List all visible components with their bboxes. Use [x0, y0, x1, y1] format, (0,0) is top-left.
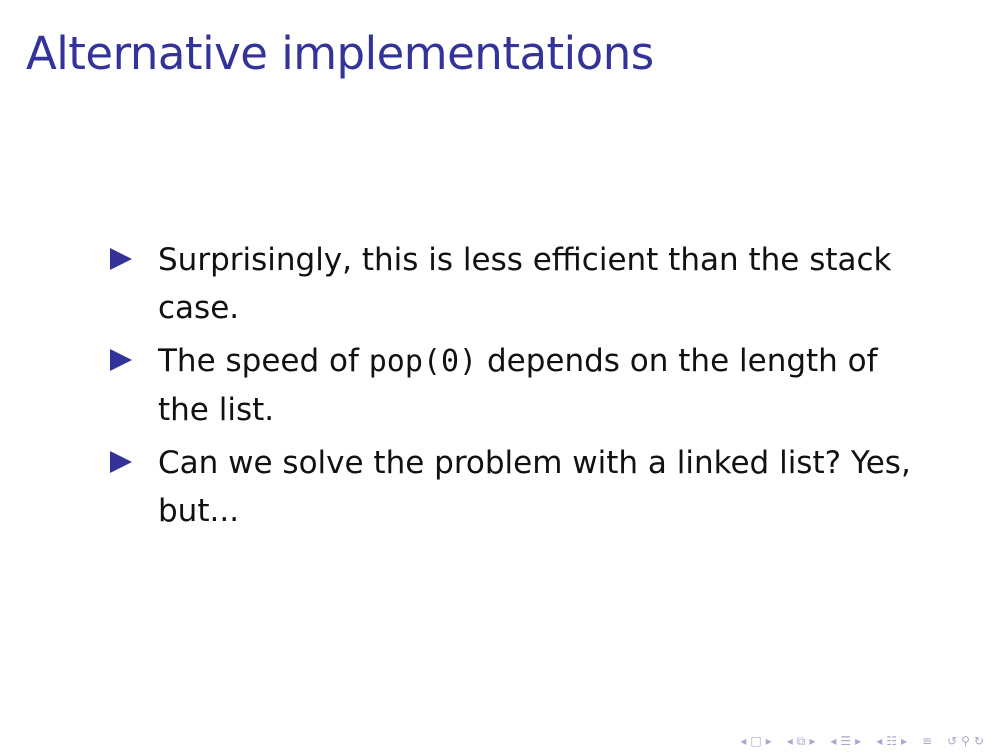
inline-code: pop(0) [368, 344, 478, 379]
nav-next-icon[interactable]: ▸ [766, 732, 772, 750]
nav-search-icon[interactable]: ↺ [947, 732, 957, 750]
nav-section-icon[interactable]: ☷ [886, 732, 897, 750]
nav-align-icon[interactable]: ≡ [922, 732, 932, 750]
nav-frame-icon[interactable]: □ [750, 732, 761, 750]
nav-next-icon[interactable]: ▸ [809, 732, 815, 750]
triangle-bullet-icon [110, 248, 132, 270]
nav-subsection-group[interactable]: ◂ ⧉ ▸ [787, 732, 816, 750]
bullet-list: Surprisingly, this is less efficient tha… [108, 236, 928, 540]
triangle-bullet-icon [110, 349, 132, 371]
nav-prev-icon[interactable]: ◂ [740, 732, 746, 750]
bullet-item: The speed of pop(0) depends on the lengt… [108, 337, 928, 434]
nav-search-icon[interactable]: ↻ [974, 732, 984, 750]
bullet-text-before: The speed of [158, 343, 369, 379]
nav-frame-group[interactable]: ◂ □ ▸ [740, 732, 771, 750]
triangle-bullet-icon [110, 451, 132, 473]
nav-section-group[interactable]: ◂ ☰ ▸ [830, 732, 861, 750]
bullet-text: Surprisingly, this is less efficient tha… [158, 242, 892, 326]
nav-prev-icon[interactable]: ◂ [876, 732, 882, 750]
nav-next-icon[interactable]: ▸ [901, 732, 907, 750]
nav-section-icon[interactable]: ☰ [840, 732, 851, 750]
slide: Alternative implementations Surprisingly… [0, 0, 1008, 756]
nav-search-group[interactable]: ↺ ⚲ ↻ [947, 732, 984, 750]
nav-search-icon[interactable]: ⚲ [961, 732, 970, 750]
slide-title: Alternative implementations [26, 27, 654, 80]
nav-subsection-icon[interactable]: ⧉ [797, 732, 806, 750]
navigation-bar: ◂ □ ▸ ◂ ⧉ ▸ ◂ ☰ ▸ ◂ ☷ ▸ ≡ ↺ ⚲ ↻ [740, 732, 994, 750]
bullet-item: Surprisingly, this is less efficient tha… [108, 236, 928, 332]
nav-outline-group[interactable]: ◂ ☷ ▸ [876, 732, 907, 750]
bullet-item: Can we solve the problem with a linked l… [108, 439, 928, 535]
nav-align-group[interactable]: ≡ [922, 732, 932, 750]
nav-prev-icon[interactable]: ◂ [787, 732, 793, 750]
bullet-text: Can we solve the problem with a linked l… [158, 445, 911, 529]
nav-prev-icon[interactable]: ◂ [830, 732, 836, 750]
nav-next-icon[interactable]: ▸ [855, 732, 861, 750]
